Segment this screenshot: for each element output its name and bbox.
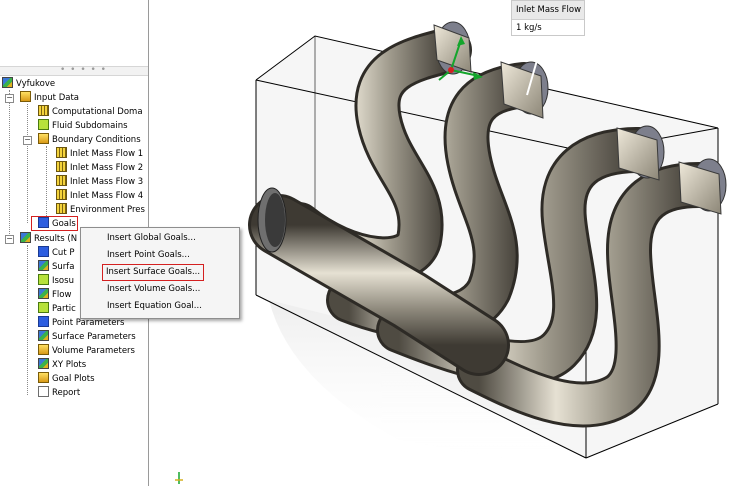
surface-parameter-icon [38, 330, 49, 341]
tree-item-surface-plots[interactable]: Surfa [38, 260, 74, 274]
flow-trajectory-icon [38, 288, 49, 299]
tree-connector [27, 245, 28, 395]
callout-value: 1 kg/s [516, 23, 542, 33]
tree-connector [9, 90, 10, 238]
tree-item-flow-trajectories[interactable]: Flow [38, 288, 71, 302]
tree-item-computational-domain[interactable]: Computational Doma [38, 105, 143, 119]
tree-root[interactable]: Vyfukove [2, 77, 55, 91]
inlet-mass-flow-callout: Inlet Mass Flow 1 kg/s [511, 0, 585, 36]
results-icon [20, 232, 31, 243]
flow-simulation-icon [2, 77, 13, 88]
inlet-icon [56, 147, 67, 158]
goals-context-menu: Insert Global Goals... Insert Point Goal… [80, 227, 240, 319]
collapse-toggle[interactable]: − [23, 136, 32, 145]
origin-marker-icon [175, 472, 183, 484]
callout-title: Inlet Mass Flow [512, 1, 584, 20]
tree-item-report[interactable]: Report [38, 386, 80, 400]
menu-item-insert-global-goals[interactable]: Insert Global Goals... [105, 231, 198, 246]
tree-item-inlet-mass-flow-2[interactable]: Inlet Mass Flow 2 [56, 161, 143, 175]
boundary-folder-icon [38, 133, 49, 144]
tree-item-goal-plots[interactable]: Goal Plots [38, 372, 95, 386]
tree-item-inlet-mass-flow-1[interactable]: Inlet Mass Flow 1 [56, 147, 143, 161]
pressure-icon [56, 203, 67, 214]
goals-highlight-box [31, 216, 78, 231]
folder-icon [20, 91, 31, 102]
volume-parameter-icon [38, 344, 49, 355]
collapse-toggle[interactable]: − [5, 94, 14, 103]
tree-connector [27, 104, 28, 223]
goal-plot-icon [38, 372, 49, 383]
tree-item-fluid-subdomains[interactable]: Fluid Subdomains [38, 119, 128, 133]
tree-item-inlet-mass-flow-3[interactable]: Inlet Mass Flow 3 [56, 175, 143, 189]
inlet-icon [56, 189, 67, 200]
outlet-opening[interactable] [257, 187, 287, 253]
panel-splitter[interactable]: • • • • • [0, 65, 148, 76]
tree-item-environment-pressure[interactable]: Environment Pres [56, 203, 145, 217]
tree-item-input-data[interactable]: Input Data [20, 91, 79, 105]
inlet-icon [56, 161, 67, 172]
xy-plot-icon [38, 358, 49, 369]
menu-item-insert-surface-goals[interactable]: Insert Surface Goals... [102, 264, 205, 281]
menu-item-insert-volume-goals[interactable]: Insert Volume Goals... [105, 282, 202, 297]
tree-item-boundary-conditions[interactable]: Boundary Conditions [38, 133, 141, 147]
menu-item-insert-point-goals[interactable]: Insert Point Goals... [105, 248, 192, 263]
tree-item-xy-plots[interactable]: XY Plots [38, 358, 86, 372]
report-icon [38, 386, 49, 397]
particle-icon [38, 302, 49, 313]
domain-icon [38, 105, 49, 116]
tree-connector [46, 146, 47, 216]
subdomain-icon [38, 119, 49, 130]
cut-plot-icon [38, 246, 49, 257]
point-parameter-icon [38, 316, 49, 327]
tree-item-results[interactable]: Results (N [20, 232, 77, 246]
tree-item-surface-parameters[interactable]: Surface Parameters [38, 330, 136, 344]
tree-item-isosurfaces[interactable]: Isosu [38, 274, 74, 288]
menu-item-insert-equation-goal[interactable]: Insert Equation Goal... [105, 299, 204, 314]
tree-item-particle-studies[interactable]: Partic [38, 302, 76, 316]
isosurface-icon [38, 274, 49, 285]
surface-plot-icon [38, 260, 49, 271]
inlet-icon [56, 175, 67, 186]
collapse-toggle[interactable]: − [5, 235, 14, 244]
tree-item-inlet-mass-flow-4[interactable]: Inlet Mass Flow 4 [56, 189, 143, 203]
tree-item-volume-parameters[interactable]: Volume Parameters [38, 344, 135, 358]
tree-item-cut-plots[interactable]: Cut P [38, 246, 74, 260]
